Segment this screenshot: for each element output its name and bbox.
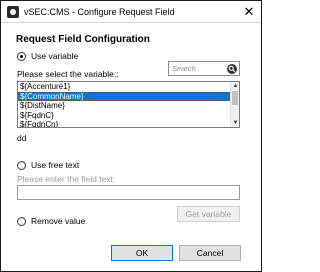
use-free-text-option[interactable]: Use free text xyxy=(17,160,79,170)
scroll-up-icon[interactable]: ▲ xyxy=(231,82,239,90)
search-input[interactable] xyxy=(172,63,224,74)
cancel-button[interactable]: Cancel xyxy=(179,245,241,261)
use-free-text-radio[interactable] xyxy=(17,160,26,170)
list-item[interactable]: ${FqdnC} xyxy=(18,111,231,121)
scroll-thumb[interactable] xyxy=(232,91,238,105)
list-scrollbar[interactable]: ▲ ▼ xyxy=(230,82,239,127)
use-free-text-label: Use free text xyxy=(31,160,80,170)
use-variable-label: Use variable xyxy=(31,51,79,61)
list-item[interactable]: ${Accenture1} xyxy=(18,82,231,92)
dialog-content: Request Field Configuration Use variable… xyxy=(1,23,261,271)
list-item-selected[interactable]: ${CommonName} xyxy=(18,91,231,101)
variable-listbox[interactable]: ${Accenture1} ${CommonName} ${DistName} … xyxy=(17,81,240,128)
window-title: vSEC:CMS - Configure Request Field xyxy=(24,7,175,17)
remove-value-option[interactable]: Remove value xyxy=(17,216,85,226)
section-heading: Request Field Configuration xyxy=(16,34,150,45)
scroll-down-icon[interactable]: ▼ xyxy=(231,119,239,127)
title-bar: vSEC:CMS - Configure Request Field ✕ xyxy=(1,1,261,23)
ok-button[interactable]: OK xyxy=(111,245,173,261)
use-variable-option[interactable]: Use variable xyxy=(17,51,78,61)
app-logo-icon xyxy=(7,6,19,18)
dialog-window: vSEC:CMS - Configure Request Field ✕ Req… xyxy=(0,0,262,272)
free-text-field[interactable] xyxy=(17,185,240,200)
close-button[interactable]: ✕ xyxy=(241,4,257,19)
variable-list: ${Accenture1} ${CommonName} ${DistName} … xyxy=(18,82,231,127)
use-variable-radio[interactable] xyxy=(17,51,26,61)
remove-value-label: Remove value xyxy=(31,216,86,226)
list-item[interactable]: ${DistName} xyxy=(18,101,231,111)
select-variable-label: Please select the variable:: xyxy=(17,69,119,79)
free-text-label: Please enter the field text: xyxy=(17,174,116,184)
get-variable-button[interactable]: Get variable xyxy=(177,206,240,222)
remove-value-radio[interactable] xyxy=(17,216,26,226)
list-item[interactable]: ${FqdnCn} xyxy=(18,120,231,127)
selected-value-text: dd xyxy=(17,133,27,143)
search-icon[interactable] xyxy=(227,64,237,74)
search-box[interactable] xyxy=(168,61,240,76)
